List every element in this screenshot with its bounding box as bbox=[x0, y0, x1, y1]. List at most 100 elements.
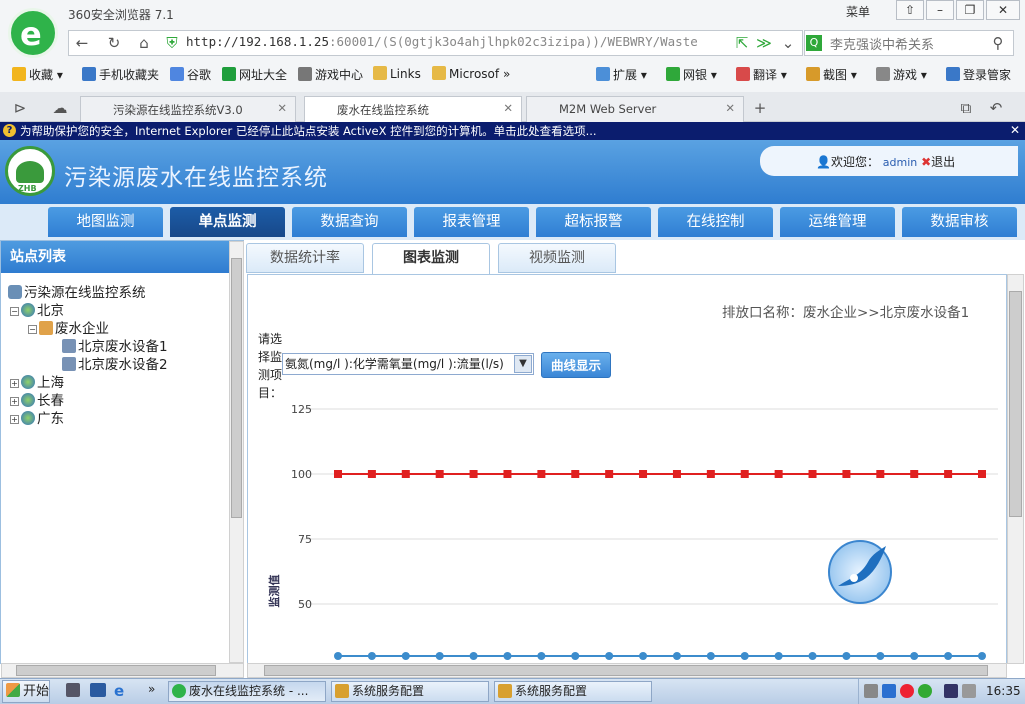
games-button[interactable]: 游戏 ▾ bbox=[876, 66, 927, 83]
expand-icon[interactable]: + bbox=[10, 397, 19, 406]
close-tab-icon[interactable]: ✕ bbox=[725, 101, 735, 115]
address-dropdown-icon[interactable]: ⌄ bbox=[778, 34, 798, 52]
line-chart: 125 100 75 50 监测值 bbox=[267, 403, 998, 660]
data-point bbox=[571, 470, 580, 478]
content-scroll-thumb[interactable] bbox=[1009, 291, 1022, 517]
close-infobar-icon[interactable]: ✕ bbox=[1010, 123, 1020, 137]
data-point bbox=[910, 470, 919, 478]
bank-button[interactable]: 网银 ▾ bbox=[666, 66, 717, 83]
tab-video-monitor[interactable]: 视频监测 bbox=[498, 243, 616, 273]
bookmark-google[interactable]: 谷歌 bbox=[170, 66, 211, 83]
tree-node-device2[interactable]: 北京废水设备2 bbox=[62, 353, 168, 373]
search-engine-icon[interactable]: Q bbox=[806, 35, 822, 51]
activex-infobar[interactable]: 为帮助保护您的安全，Internet Explorer 已经停止此站点安装 Ac… bbox=[0, 122, 1025, 140]
tab-chart-monitor[interactable]: 图表监测 bbox=[372, 243, 490, 275]
share-icon[interactable]: ⇱ bbox=[732, 34, 752, 52]
taskbar-item-browser[interactable]: 废水在线监控系统 - ... bbox=[168, 681, 326, 702]
chevron-down-icon[interactable]: ▼ bbox=[514, 355, 532, 373]
bookmark-microsoft[interactable]: Microsof » bbox=[432, 66, 510, 81]
show-curve-button[interactable]: 曲线显示 bbox=[541, 352, 611, 378]
factory-icon bbox=[39, 321, 53, 335]
tree-node-guangdong[interactable]: + 广东 bbox=[10, 407, 64, 427]
taskbar-item-config-2[interactable]: 系统服务配置 bbox=[494, 681, 652, 702]
expand-icon[interactable]: + bbox=[10, 379, 19, 388]
bookmark-links[interactable]: Links bbox=[373, 66, 421, 81]
nav-reports[interactable]: 报表管理 bbox=[414, 207, 529, 237]
speed-icon[interactable]: ≫ bbox=[754, 34, 774, 52]
maximize-icon[interactable]: ❐ bbox=[956, 0, 984, 20]
nav-online-control[interactable]: 在线控制 bbox=[658, 207, 773, 237]
taskbar-item-config-1[interactable]: 系统服务配置 bbox=[331, 681, 489, 702]
start-button[interactable]: 开始 bbox=[2, 680, 50, 703]
sidebar-hscroll-thumb[interactable] bbox=[16, 665, 216, 676]
sidebar-scroll-thumb[interactable] bbox=[231, 258, 242, 518]
config-icon bbox=[335, 684, 349, 698]
browser-tab-2[interactable]: 废水在线监控系统 ✕ bbox=[304, 96, 522, 123]
back-icon[interactable]: ← bbox=[72, 34, 92, 52]
logout-link[interactable]: 退出 bbox=[931, 155, 955, 169]
logout-icon[interactable]: ✖ bbox=[921, 155, 931, 169]
tree-node-enterprise[interactable]: − 废水企业 bbox=[28, 317, 109, 337]
desktop-icon[interactable] bbox=[90, 683, 106, 697]
undo-icon[interactable]: ↶ bbox=[986, 99, 1006, 117]
browser-tab-1[interactable]: 污染源在线监控系统V3.0 ✕ bbox=[80, 96, 296, 122]
extensions-button[interactable]: 扩展 ▾ bbox=[596, 66, 647, 83]
tray-volume-icon[interactable] bbox=[962, 684, 976, 698]
bookmark-favorites[interactable]: 收藏 ▾ bbox=[12, 66, 63, 83]
close-window-icon[interactable]: ✕ bbox=[986, 0, 1020, 20]
tray-app-icon[interactable] bbox=[882, 684, 896, 698]
nav-maintenance[interactable]: 运维管理 bbox=[780, 207, 895, 237]
data-point bbox=[910, 652, 919, 660]
tray-qq-icon[interactable] bbox=[900, 684, 914, 698]
outfall-name: 排放口名称：废水企业>>北京废水设备1 bbox=[722, 305, 970, 321]
url-text[interactable]: http://192.168.1.25:60001/(S(0gtjk3o4ahj… bbox=[186, 34, 731, 49]
cloud-icon[interactable]: ☁ bbox=[50, 99, 70, 117]
expand-icon[interactable]: + bbox=[10, 415, 19, 424]
login-manager-button[interactable]: 登录管家 bbox=[946, 66, 1011, 83]
minimize-icon[interactable]: – bbox=[926, 0, 954, 20]
refresh-icon[interactable]: ↻ bbox=[104, 34, 124, 52]
tray-network-icon[interactable] bbox=[864, 684, 878, 698]
taskbar-more-icon[interactable]: » bbox=[148, 682, 155, 696]
browser-menu-button[interactable]: 菜单 bbox=[846, 3, 870, 20]
tray-security-icon[interactable] bbox=[918, 684, 932, 698]
nav-data-query[interactable]: 数据查询 bbox=[292, 207, 407, 237]
tray-display-icon[interactable] bbox=[944, 684, 958, 698]
collapse-icon[interactable]: − bbox=[10, 307, 19, 316]
bookmark-games[interactable]: 游戏中心 bbox=[298, 66, 363, 83]
tree-node-device1[interactable]: 北京废水设备1 bbox=[62, 335, 168, 355]
tree-root[interactable]: 污染源在线监控系统 bbox=[8, 281, 146, 301]
tab-data-rate[interactable]: 数据统计率 bbox=[246, 243, 364, 273]
screenshot-button[interactable]: 截图 ▾ bbox=[806, 66, 857, 83]
tree-node-changchun[interactable]: + 长春 bbox=[10, 389, 64, 409]
close-tab-icon[interactable]: ✕ bbox=[277, 101, 287, 115]
browser-tab-3[interactable]: M2M Web Server ✕ bbox=[526, 96, 744, 122]
nav-single-point[interactable]: 单点监测 bbox=[170, 207, 285, 237]
content-hscroll-thumb[interactable] bbox=[264, 665, 988, 676]
nav-data-audit[interactable]: 数据审核 bbox=[902, 207, 1017, 237]
bookmark-sites[interactable]: 网址大全 bbox=[222, 66, 287, 83]
tree-node-beijing[interactable]: − 北京 bbox=[10, 299, 64, 319]
bookmark-mobile[interactable]: 手机收藏夹 bbox=[82, 66, 159, 83]
home-icon[interactable]: ⌂ bbox=[134, 34, 154, 52]
shield-question-icon: ? bbox=[3, 124, 16, 137]
server-icon[interactable] bbox=[66, 683, 80, 697]
data-point bbox=[639, 470, 648, 478]
pin-icon[interactable]: ⇧ bbox=[896, 0, 924, 20]
translate-button[interactable]: 翻译 ▾ bbox=[736, 66, 787, 83]
search-icon[interactable]: ⚲ bbox=[988, 34, 1008, 52]
data-point bbox=[367, 652, 376, 660]
data-point bbox=[435, 470, 444, 478]
logo-text: ZHB bbox=[18, 184, 37, 193]
sidebar-toggle-icon[interactable]: ⊳ bbox=[10, 99, 30, 117]
monitor-item-select[interactable]: 氨氮(mg/l ):化学需氧量(mg/l ):流量(l/s) bbox=[282, 353, 534, 375]
tab-list-icon[interactable]: ⧉ bbox=[956, 99, 976, 117]
collapse-icon[interactable]: − bbox=[28, 325, 37, 334]
new-tab-icon[interactable]: + bbox=[750, 99, 770, 117]
globe-icon bbox=[21, 303, 35, 317]
nav-map-monitor[interactable]: 地图监测 bbox=[48, 207, 163, 237]
close-tab-icon[interactable]: ✕ bbox=[503, 101, 513, 115]
ie-icon[interactable]: e bbox=[114, 682, 124, 700]
tree-node-shanghai[interactable]: + 上海 bbox=[10, 371, 64, 391]
nav-alarms[interactable]: 超标报警 bbox=[536, 207, 651, 237]
